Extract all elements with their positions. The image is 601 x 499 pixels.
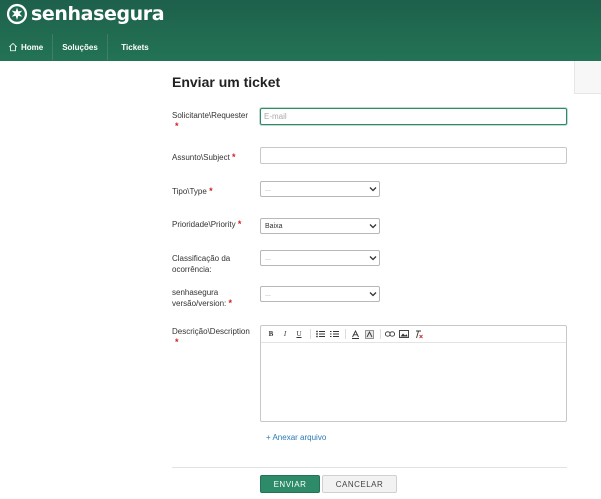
top-header: senhasegura Home Soluções Tickets [0,0,601,61]
version-select-value: ... [265,290,271,298]
subject-input[interactable] [260,147,567,164]
description-label: Descrição\Description * [172,326,250,348]
classification-select-value: ... [265,254,271,262]
priority-label: Prioridade\Priority * [172,219,241,230]
underline-icon[interactable]: U [293,328,305,340]
nav-solutions[interactable]: Soluções [53,34,108,60]
type-select[interactable]: ... [260,181,380,197]
classification-select[interactable]: ... [260,250,380,266]
bold-icon[interactable]: B [265,328,277,340]
version-select[interactable]: ... [260,286,380,302]
nav-tickets-label: Tickets [121,42,149,52]
clear-formatting-icon[interactable] [412,328,424,340]
required-mark: * [232,152,236,162]
attach-file-link[interactable]: + Anexar arquivo [266,433,326,442]
chevron-down-icon [367,287,379,301]
text-color-icon[interactable] [349,328,361,340]
priority-label-text: Prioridade\Priority [172,220,236,229]
required-mark: * [228,298,232,308]
page-title: Enviar um ticket [172,74,281,90]
type-label-text: Tipo\Type [172,187,207,196]
priority-select[interactable]: Baixa [260,218,380,234]
image-icon[interactable] [398,328,410,340]
home-icon [8,42,18,52]
required-mark: * [237,219,242,229]
chevron-down-icon [367,251,379,265]
required-mark: * [175,337,179,347]
editor-toolbar: B I U [261,326,566,343]
link-icon[interactable] [384,328,396,340]
requester-label: Solicitante\Requester * [172,110,248,132]
classification-label: Classificação da ocorrência: [172,254,231,274]
version-label-text: senhasegura versão/version: [172,288,227,308]
priority-select-value: Baixa [265,222,283,230]
description-label-text: Descrição\Description [172,327,250,336]
subject-label-text: Assunto\Subject [172,153,230,162]
brand-logo-icon [6,3,28,25]
background-color-icon[interactable] [363,328,375,340]
nav-tickets[interactable]: Tickets [108,34,162,60]
cancel-button[interactable]: CANCELAR [322,475,397,493]
nav-solutions-label: Soluções [62,42,98,52]
required-mark: * [209,186,213,196]
requester-label-text: Solicitante\Requester [172,111,249,120]
footer-divider [172,467,567,468]
brand-name: senhasegura [31,3,165,25]
side-panel [574,61,601,94]
subject-label: Assunto\Subject * [172,152,236,163]
nav-home[interactable]: Home [0,34,53,60]
brand[interactable]: senhasegura [6,2,165,26]
bulleted-list-icon[interactable] [314,328,326,340]
requester-email-input[interactable] [260,108,567,125]
send-button[interactable]: ENVIAR [260,475,320,493]
description-editor: B I U [260,325,567,422]
description-textarea[interactable] [261,343,566,421]
required-mark: * [175,121,179,131]
nav-home-label: Home [21,42,44,52]
version-label: senhasegura versão/version: * [172,287,254,309]
type-select-value: ... [265,185,271,193]
italic-icon[interactable]: I [279,328,291,340]
chevron-down-icon [367,219,379,233]
toolbar-divider [310,329,311,339]
toolbar-divider [345,329,346,339]
main-nav: Home Soluções Tickets [0,34,162,60]
toolbar-divider [380,329,381,339]
chevron-down-icon [367,182,379,196]
type-label: Tipo\Type * [172,186,213,197]
numbered-list-icon[interactable] [328,328,340,340]
